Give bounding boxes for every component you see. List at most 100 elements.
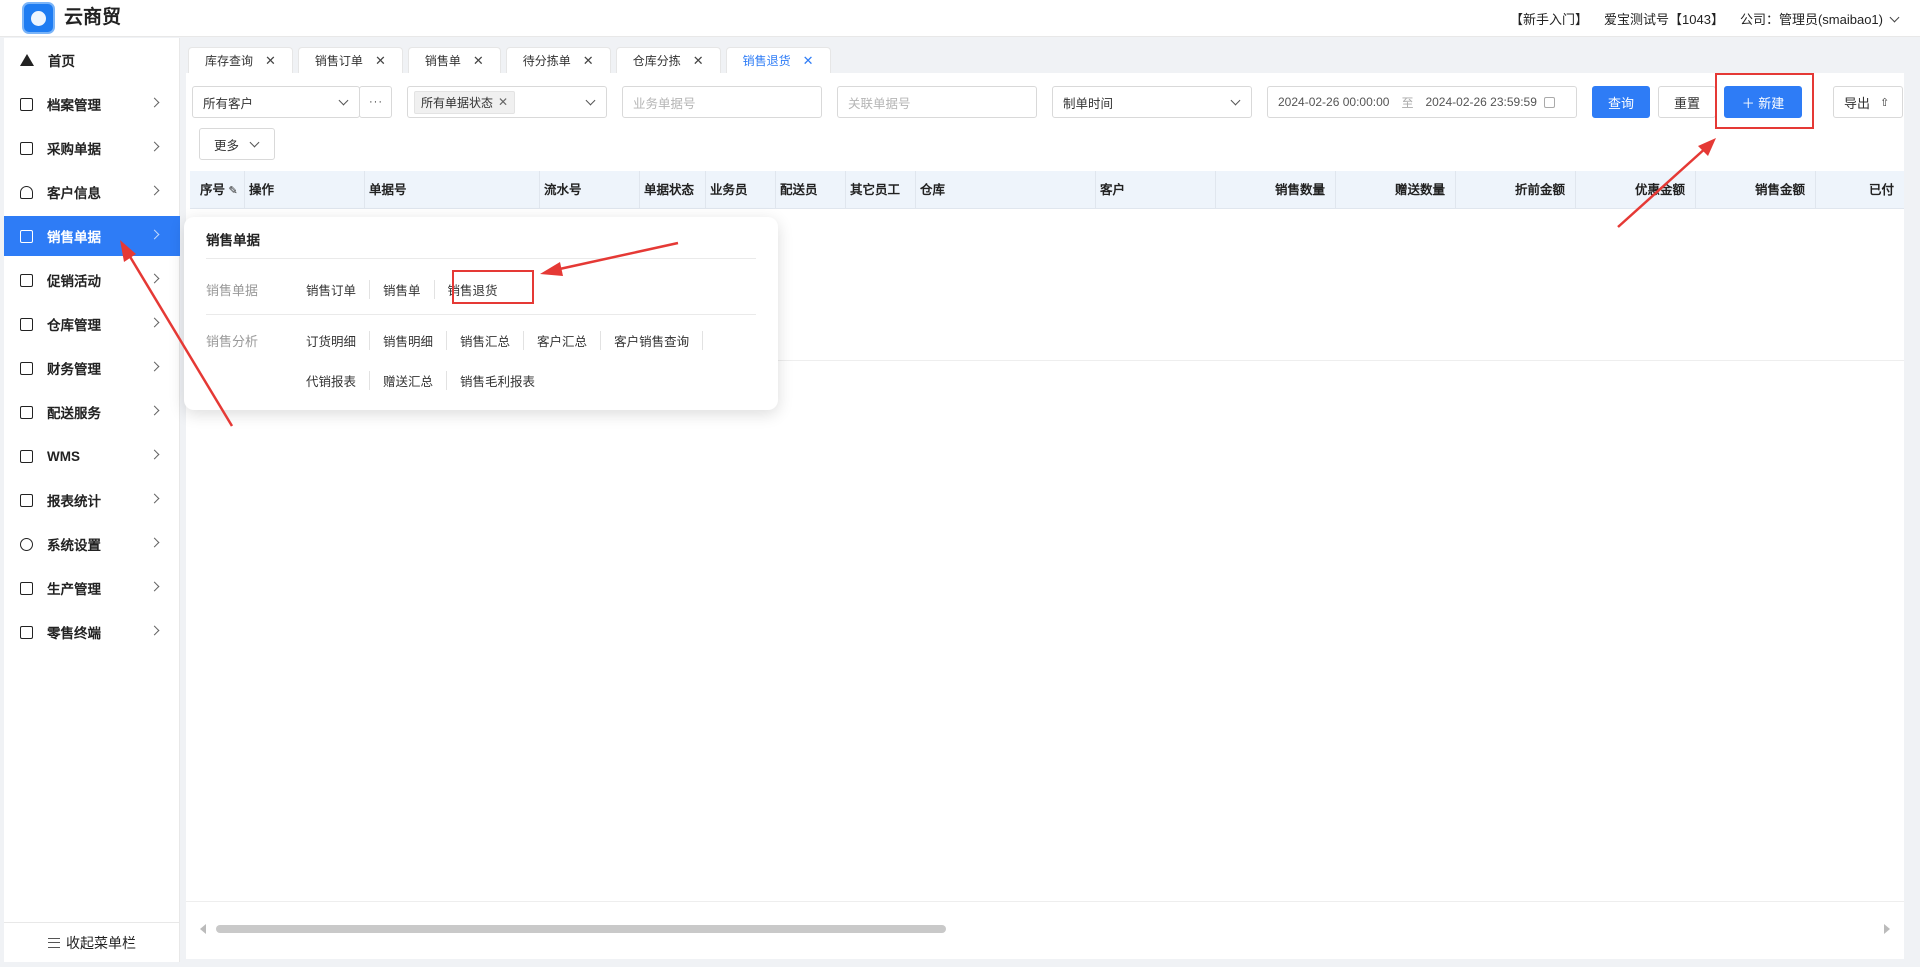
sidebar-item-label: WMS — [47, 448, 80, 464]
status-tag: 所有单据状态 ✕ — [414, 90, 516, 114]
tab-bar: 库存查询 ✕ 销售订单 ✕ 销售单 ✕ 待分拣单 ✕ 仓库分拣 ✕ 销售退货 ✕ — [188, 47, 831, 73]
gear-icon — [20, 537, 33, 551]
tab-inventory-query[interactable]: 库存查询 ✕ — [188, 47, 293, 73]
query-button[interactable]: 查询 — [1592, 86, 1650, 118]
close-icon[interactable]: ✕ — [803, 53, 814, 69]
col-discount: 优惠金额 — [1576, 171, 1696, 209]
chevron-right-icon — [149, 185, 160, 196]
sidebar-item-sales[interactable]: 销售单据 — [4, 216, 180, 256]
sidebar-item-wms[interactable]: WMS — [4, 436, 180, 476]
app-logo-icon — [22, 2, 55, 34]
tag-close-icon[interactable]: ✕ — [498, 95, 508, 109]
sidebar-item-finance[interactable]: 财务管理 — [4, 348, 180, 388]
tab-label: 库存查询 — [205, 54, 254, 68]
company-user-menu[interactable]: 公司：管理员(smaibao1) — [1739, 9, 1900, 28]
tab-label: 待分拣单 — [522, 54, 571, 68]
scroll-left-icon[interactable] — [200, 924, 206, 934]
collapse-menu-button[interactable]: 收起菜单栏 — [4, 922, 180, 962]
wrench-icon[interactable]: ✎ — [229, 185, 238, 197]
sidebar-item-purchase[interactable]: 采购单据 — [4, 128, 180, 168]
table-header: 序号 ✎ 操作 单据号 流水号 单据状态 业务员 配送员 其它员工 仓库 客户 … — [190, 171, 1904, 209]
popup-link-gross-profit-report[interactable]: 销售毛利报表 — [447, 371, 548, 390]
top-right-info: 【新手入门】 爱宝测试号【1043】 公司：管理员(smaibao1) — [1510, 9, 1900, 28]
time-type-select[interactable]: 制单时间 — [1052, 86, 1252, 118]
col-warehouse: 仓库 — [916, 171, 1096, 209]
popup-link-order-detail[interactable]: 订货明细 — [306, 331, 371, 350]
chevron-right-icon — [149, 493, 160, 504]
chevron-right-icon — [149, 449, 160, 460]
horizontal-scrollbar[interactable] — [186, 901, 1904, 959]
more-dots-icon: ··· — [369, 96, 383, 108]
status-select[interactable]: 所有单据状态 ✕ — [407, 86, 607, 118]
sidebar-item-label: 配送服务 — [47, 406, 101, 421]
tab-warehouse-picking[interactable]: 仓库分拣 ✕ — [615, 47, 721, 73]
col-gift-qty: 赠送数量 — [1336, 171, 1456, 209]
chevron-right-icon — [149, 273, 160, 284]
company-user-label: 公司：管理员(smaibao1) — [1739, 12, 1883, 27]
sidebar-item-archive[interactable]: 档案管理 — [4, 84, 180, 124]
scroll-right-icon[interactable] — [1884, 924, 1890, 934]
sidebar-item-warehouse[interactable]: 仓库管理 — [4, 304, 180, 344]
chevron-right-icon — [149, 405, 160, 416]
related-no-input[interactable]: 关联单据号 — [837, 86, 1037, 118]
popup-divider — [206, 258, 756, 259]
tab-sales-bill[interactable]: 销售单 ✕ — [407, 47, 501, 73]
more-filters-button[interactable]: 更多 — [199, 128, 275, 160]
scrollbar-thumb[interactable] — [216, 925, 946, 933]
chevron-right-icon — [149, 97, 160, 108]
popup-link-customer-sales-query[interactable]: 客户销售查询 — [601, 331, 704, 350]
col-sales-amount: 销售金额 — [1696, 171, 1816, 209]
close-icon[interactable]: ✕ — [375, 53, 386, 69]
tab-pending-picking[interactable]: 待分拣单 ✕ — [505, 47, 611, 73]
date-range-picker[interactable]: 2024-02-26 00:00:00 至 2024-02-26 23:59:5… — [1267, 86, 1577, 118]
date-end[interactable]: 2024-02-26 23:59:59 — [1425, 95, 1536, 109]
sidebar-item-retail[interactable]: 零售终端 — [4, 612, 180, 652]
sidebar-item-production[interactable]: 生产管理 — [4, 568, 180, 608]
tab-sales-order[interactable]: 销售订单 ✕ — [297, 47, 403, 73]
chevron-down-icon — [338, 95, 349, 106]
close-icon[interactable]: ✕ — [265, 53, 276, 69]
close-icon[interactable]: ✕ — [693, 53, 704, 69]
order-no-placeholder: 业务单据号 — [633, 96, 696, 111]
order-no-input[interactable]: 业务单据号 — [622, 86, 822, 118]
popup-row-reports: 代销报表 赠送汇总 销售毛利报表 — [206, 371, 548, 390]
sidebar-item-customer[interactable]: 客户信息 — [4, 172, 180, 212]
export-label: 导出 — [1844, 95, 1871, 111]
close-icon[interactable]: ✕ — [473, 53, 484, 69]
tab-label: 销售退货 — [742, 54, 791, 68]
chevron-down-icon — [585, 95, 596, 106]
more-filters-label: 更多 — [214, 138, 240, 153]
user-icon — [20, 185, 33, 199]
document-icon — [20, 141, 33, 155]
related-no-placeholder: 关联单据号 — [848, 96, 911, 111]
sidebar-item-reports[interactable]: 报表统计 — [4, 480, 180, 520]
date-start[interactable]: 2024-02-26 00:00:00 — [1278, 95, 1389, 109]
sidebar-item-promotion[interactable]: 促销活动 — [4, 260, 180, 300]
col-deliverer: 配送员 — [776, 171, 846, 209]
tab-label: 仓库分拣 — [632, 54, 681, 68]
popup-link-consignment-report[interactable]: 代销报表 — [306, 371, 371, 390]
collapse-label: 收起菜单栏 — [66, 934, 136, 951]
app-name: 云商贸 — [64, 7, 122, 28]
sidebar-item-label: 零售终端 — [47, 626, 101, 641]
popup-link-sales-summary[interactable]: 销售汇总 — [447, 331, 525, 350]
popup-link-sales-bill[interactable]: 销售单 — [370, 280, 435, 299]
guide-link[interactable]: 【新手入门】 — [1510, 9, 1588, 28]
sidebar-item-home[interactable]: 首页 — [4, 40, 180, 80]
sidebar-item-settings[interactable]: 系统设置 — [4, 524, 180, 564]
close-icon[interactable]: ✕ — [583, 53, 594, 69]
popup-link-sales-order[interactable]: 销售订单 — [306, 280, 371, 299]
archive-icon — [20, 97, 33, 111]
chevron-right-icon — [149, 625, 160, 636]
sidebar-item-delivery[interactable]: 配送服务 — [4, 392, 180, 432]
export-button[interactable]: 导出 ⇧ — [1833, 86, 1903, 118]
customer-more-button[interactable]: ··· — [359, 86, 392, 118]
reset-button[interactable]: 重置 — [1658, 86, 1716, 118]
tab-sales-return[interactable]: 销售退货 ✕ — [725, 47, 831, 73]
time-type-value: 制单时间 — [1063, 96, 1114, 111]
customer-select[interactable]: 所有客户 — [192, 86, 360, 118]
popup-link-sales-detail[interactable]: 销售明细 — [370, 331, 448, 350]
popup-link-customer-summary[interactable]: 客户汇总 — [524, 331, 602, 350]
popup-link-gift-summary[interactable]: 赠送汇总 — [370, 371, 448, 390]
col-operation: 操作 — [245, 171, 365, 209]
